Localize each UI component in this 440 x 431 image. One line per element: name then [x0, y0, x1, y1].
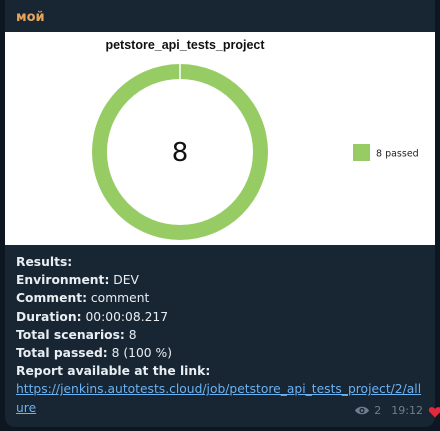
sender-name[interactable]: мой [16, 10, 45, 25]
message-bubble[interactable]: мой petstore_api_tests_project 8 8 passe… [5, 0, 435, 427]
eye-icon [355, 406, 370, 415]
donut-center-value: 8 [172, 138, 189, 168]
message-time: 19:12 [391, 404, 423, 417]
comment-value: comment [90, 291, 150, 306]
donut-chart: petstore_api_tests_project 8 8 passed [92, 38, 419, 240]
total-passed-label: Total passed: [16, 346, 108, 361]
total-scenarios-value: 8 [128, 327, 137, 342]
environment-label: Environment: [16, 273, 110, 288]
report-label: Report available at the link: [16, 364, 211, 379]
heart-icon[interactable] [428, 405, 440, 419]
message-meta: 2 19:12 [354, 404, 423, 417]
chart-title: petstore_api_tests_project [105, 38, 265, 52]
view-count: 2 [374, 404, 382, 417]
duration-label: Duration: [16, 309, 82, 324]
duration-value: 00:00:08.217 [85, 309, 169, 324]
legend-swatch-0 [353, 144, 370, 161]
legend-label-0: 8 passed [376, 149, 419, 160]
comment-label: Comment: [16, 291, 87, 306]
total-passed-value: 8 (100 %) [111, 346, 173, 361]
environment-value: DEV [113, 273, 139, 288]
report-chart-image[interactable]: petstore_api_tests_project 8 8 passed [5, 32, 435, 245]
total-scenarios-label: Total scenarios: [16, 327, 125, 342]
report-text: Results: Environment: DEV Comment: comme… [16, 253, 428, 417]
results-heading: Results: [16, 255, 73, 269]
